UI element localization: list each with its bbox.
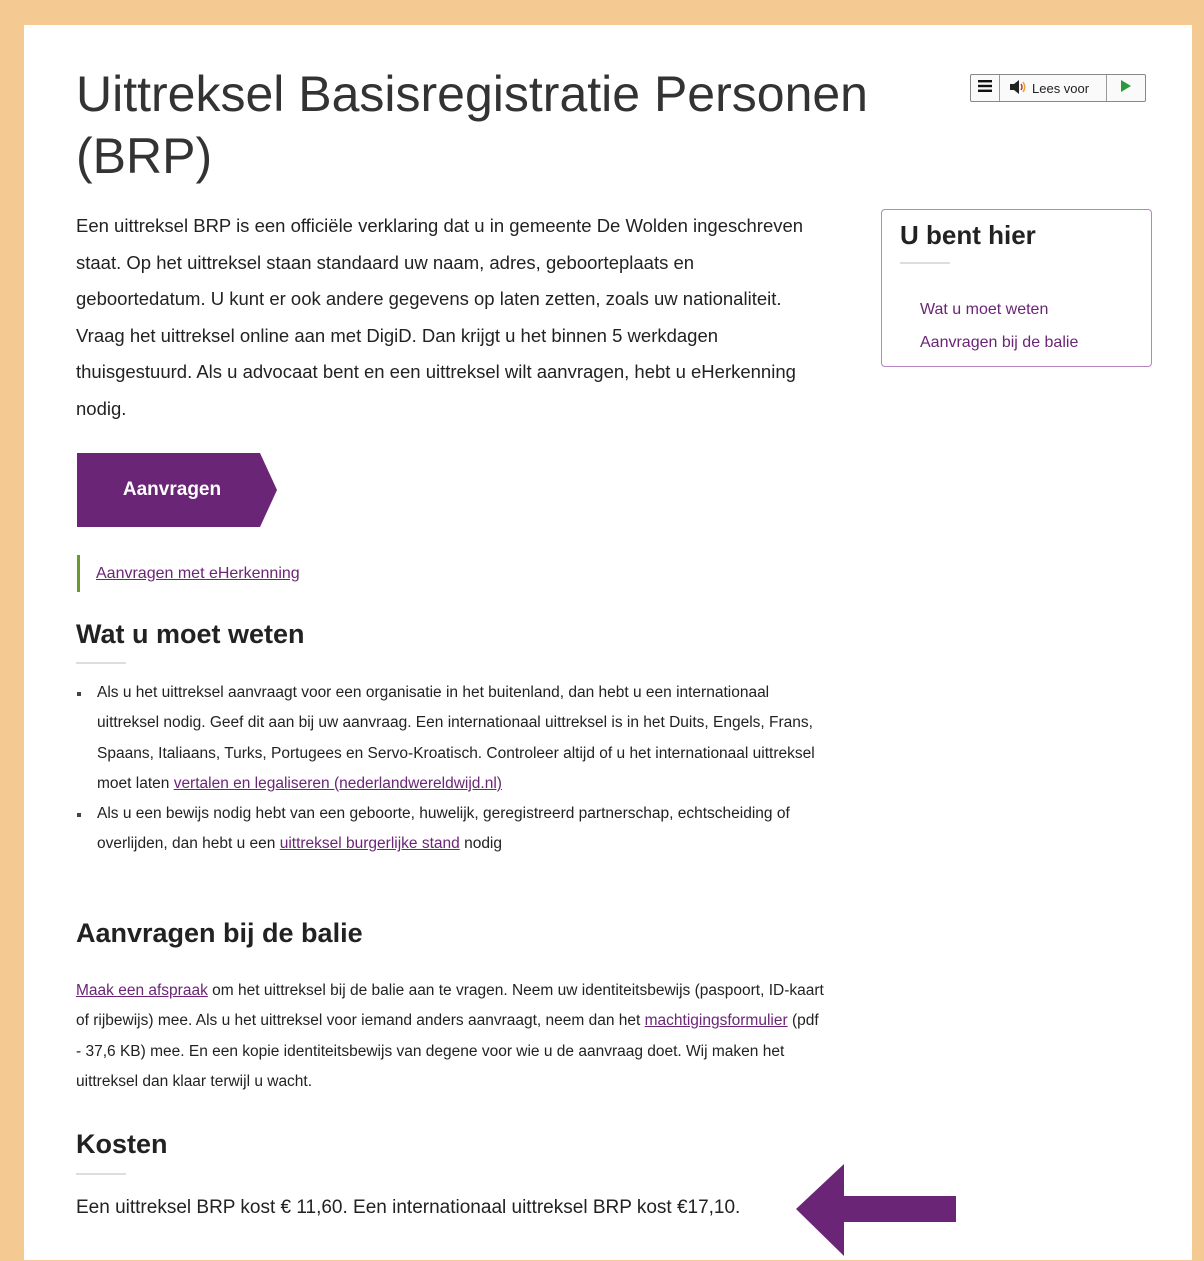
heading-rule — [76, 662, 126, 664]
readspeaker-toolbar: Lees voor — [970, 74, 1146, 102]
sidebar-item-aanvragen-bij-de-balie[interactable]: Aanvragen bij de balie — [920, 334, 1078, 351]
bullet-text: nodig — [459, 835, 502, 853]
afspraak-link[interactable]: Maak een afspraak — [76, 982, 208, 999]
readspeaker-menu-button[interactable] — [971, 75, 1000, 101]
left-arrow-annotation — [796, 1164, 958, 1261]
eherkenning-link[interactable]: Aanvragen met eHerkenning — [96, 565, 300, 583]
balie-text: Maak een afspraak om het uittreksel bij … — [76, 976, 826, 1097]
intro-text: Een uittreksel BRP is een officiële verk… — [76, 215, 804, 419]
lees-voor-button[interactable]: Lees voor — [1000, 75, 1106, 101]
lees-voor-label: Lees voor — [1032, 80, 1090, 96]
aanvragen-button[interactable]: Aanvragen — [77, 453, 277, 527]
kosten-heading: Kosten — [76, 1129, 168, 1159]
play-icon — [1121, 79, 1131, 97]
list-item: Als u het uittreksel aanvraagt voor een … — [77, 678, 817, 799]
sidebar-nav: Wat u moet weten Aanvragen bij de balie — [920, 293, 1078, 359]
sidebar-title: U bent hier — [900, 220, 1036, 250]
heading-rule — [76, 1173, 126, 1175]
wat-list: Als u het uittreksel aanvraagt voor een … — [76, 678, 817, 860]
list-item: Als u een bewijs nodig hebt van een gebo… — [77, 799, 817, 860]
page-title: Uittreksel Basisregistratie Personen (BR… — [76, 66, 868, 184]
alt-link-block: Aanvragen met eHerkenning — [77, 555, 300, 592]
u-bent-hier-box: U bent hier Wat u moet weten Aanvragen b… — [881, 209, 1152, 367]
menu-icon — [978, 79, 992, 97]
page-content: Uittreksel Basisregistratie Personen (BR… — [24, 25, 1192, 1260]
speaker-icon — [1010, 79, 1028, 97]
burgerlijke-stand-link[interactable]: uittreksel burgerlijke stand — [280, 835, 460, 852]
kosten-text: Een uittreksel BRP kost € 11,60. Een int… — [76, 1197, 741, 1218]
sidebar-rule — [900, 262, 950, 264]
vertalen-link[interactable]: vertalen en legaliseren (nederlandwereld… — [174, 775, 502, 792]
readspeaker-play-button[interactable] — [1106, 75, 1145, 101]
wat-heading: Wat u moet weten — [76, 619, 305, 649]
balie-heading: Aanvragen bij de balie — [76, 918, 363, 948]
sidebar-item-wat-u-moet-weten[interactable]: Wat u moet weten — [920, 301, 1048, 318]
machtigingsformulier-link[interactable]: machtigingsformulier — [645, 1012, 788, 1029]
